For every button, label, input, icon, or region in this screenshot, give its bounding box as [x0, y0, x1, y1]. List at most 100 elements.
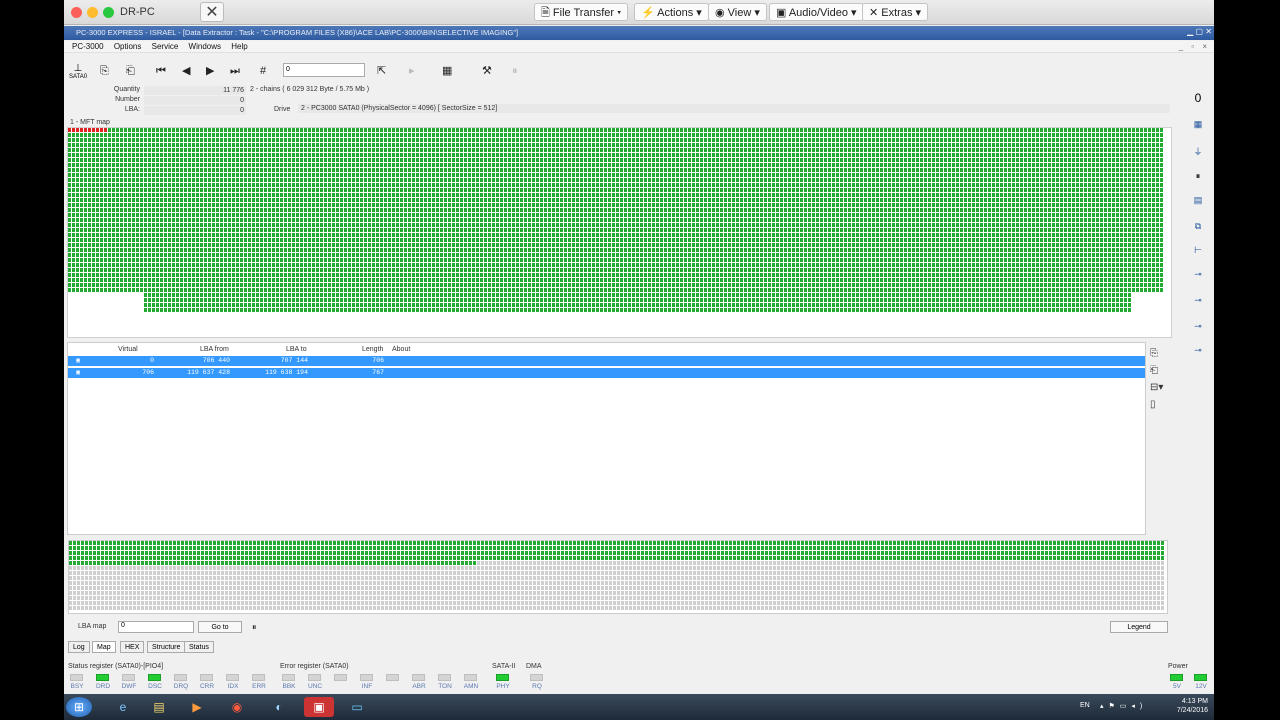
reset-icon[interactable]: ▦ [1188, 119, 1208, 130]
menu-options[interactable]: Options [114, 42, 142, 51]
status-led [334, 674, 347, 681]
status-led [252, 674, 265, 681]
lba-map-input[interactable]: 0 [118, 621, 194, 633]
close-window-button[interactable] [71, 7, 82, 18]
audio-video-menu[interactable]: ▣ Audio/Video ▾ [769, 3, 864, 21]
language-indicator[interactable]: EN [1080, 702, 1090, 709]
tray-icons[interactable]: ▴⚑▭◂) [1100, 702, 1147, 710]
mdi-controls-icon[interactable]: _ ▫ × [1179, 42, 1210, 51]
pause-icon[interactable]: ⏸ [252, 622, 257, 633]
led-label: DSC [148, 683, 162, 690]
pc3000-icon[interactable]: ▣ [304, 697, 334, 717]
led-label: BSY [70, 683, 84, 690]
clock[interactable]: 4:13 PM 7/24/2016 [1177, 697, 1208, 715]
lba-map[interactable] [68, 540, 1168, 614]
menu-service[interactable]: Service [152, 42, 179, 51]
chain-icon: ▣ [76, 357, 80, 364]
col-virtual[interactable]: Virtual [118, 346, 138, 353]
zero-icon[interactable]: 0 [1188, 91, 1208, 105]
first-icon[interactable]: ⏮ [156, 63, 166, 79]
remote-icon[interactable]: ▭ [342, 697, 372, 717]
tab-hex[interactable]: HEX [120, 641, 145, 653]
tab-map[interactable]: Map [92, 641, 116, 653]
led-label: IDX [227, 683, 239, 690]
disconnect-icon[interactable]: ✕ [200, 2, 224, 22]
connector-icon[interactable]: ⊢ [1188, 245, 1208, 256]
next-icon[interactable]: ▶ [206, 63, 214, 79]
remote-desktop-toolbar: DR-PC ✕ 🗎 File Transfer ▾ ⚡ Actions ▾ ◉ … [64, 0, 1214, 25]
hd2-icon[interactable]: ⊸ [1188, 321, 1208, 332]
maximize-window-button[interactable] [103, 7, 114, 18]
drive-label: Drive [274, 106, 291, 113]
status-led [464, 674, 477, 681]
page-icon[interactable]: ▯ [1150, 396, 1163, 413]
actions-menu[interactable]: ⚡ Actions ▾ [634, 3, 709, 21]
col-lba-to[interactable]: LBA to [286, 346, 307, 353]
lba-map-canvas [69, 541, 1164, 610]
minimize-window-button[interactable] [87, 7, 98, 18]
main-toolbar: ⊥ SATA0 ⎘ ⎗ ⏮ ◀ ▶ ⏭ # 0 ⇱ ▸ ▦ ⚒ ⏸ [64, 57, 1184, 85]
col-about[interactable]: About [392, 346, 410, 353]
media-player-icon[interactable]: ▶ [182, 697, 212, 717]
led-label: RQ [532, 683, 542, 690]
legend-button[interactable]: Legend [1110, 621, 1168, 633]
status-led [360, 674, 373, 681]
start-button[interactable]: ⊞ [66, 697, 92, 717]
mft-map-canvas [68, 128, 1163, 312]
position-input[interactable]: 0 [283, 63, 365, 77]
mft-map[interactable] [67, 127, 1172, 338]
port-icon[interactable]: ▤ [1188, 195, 1208, 206]
drive-icon[interactable]: ⊟▾ [1150, 379, 1163, 396]
table-row[interactable]: ▣ 0 706 440 707 144 706 [68, 356, 1145, 366]
hd3-icon[interactable]: ⊸ [1188, 345, 1208, 356]
table-row[interactable]: ▣ 706 119 637 428 119 638 194 767 [68, 368, 1145, 378]
chains-text: 2 - chains ( 6 029 312 Byte / 5.75 Mb ) [250, 86, 370, 93]
hash-icon[interactable]: # [260, 63, 266, 79]
save-icon[interactable]: ⎗ [126, 63, 135, 79]
status-led [1170, 674, 1183, 681]
col-lba-from[interactable]: LBA from [200, 346, 229, 353]
app-window-controls-icon[interactable]: ▁ ▢ ✕ [1187, 27, 1212, 36]
last-icon[interactable]: ⏭ [230, 63, 240, 79]
error-register-title: Error register (SATA0) [280, 663, 349, 670]
save-chain-icon[interactable]: ⎗ [1150, 362, 1163, 379]
play-icon[interactable]: ▸ [409, 63, 415, 79]
status-led [308, 674, 321, 681]
pause-icon[interactable]: ⏸ [512, 63, 518, 79]
hd1-icon[interactable]: ⊸ [1188, 295, 1208, 306]
tab-status[interactable]: Status [184, 641, 214, 653]
hd0-icon[interactable]: ⊸ [1188, 269, 1208, 280]
file-transfer-menu[interactable]: 🗎 File Transfer ▾ [534, 3, 629, 21]
dma-title: DMA [526, 663, 542, 670]
explorer-icon[interactable]: ▤ [144, 697, 174, 717]
tab-log[interactable]: Log [68, 641, 90, 653]
export-icon[interactable]: ⎘ [1150, 345, 1163, 362]
goto-button[interactable]: Go to [198, 621, 242, 633]
status-led [496, 674, 509, 681]
copy-icon[interactable]: ⧉ [1188, 221, 1208, 232]
menu-pc3000[interactable]: PC-3000 [72, 42, 104, 51]
pause-icon[interactable]: ⏸ [1188, 171, 1208, 182]
menu-help[interactable]: Help [231, 42, 247, 51]
status-led [386, 674, 399, 681]
grid-icon[interactable]: ▦ [442, 63, 452, 79]
windows-taskbar: ⊞ e ▤ ▶ ◉ ◐ ▣ ▭ EN ▴⚑▭◂) 4:13 PM 7/24/20… [64, 694, 1214, 720]
power-icon[interactable]: ⏚ [1188, 145, 1208, 158]
lba-label: LBA: [124, 106, 140, 113]
chrome-icon[interactable]: ◉ [222, 697, 252, 717]
prev-icon[interactable]: ◀ [182, 63, 190, 79]
view-menu[interactable]: ◉ View ▾ [708, 3, 767, 21]
goto-icon[interactable]: ⇱ [377, 63, 386, 79]
status-led [226, 674, 239, 681]
tab-structure[interactable]: Structure [147, 641, 186, 653]
extras-menu[interactable]: ✕ Extras ▾ [862, 3, 929, 21]
tools-icon[interactable]: ⚒ [482, 63, 492, 79]
sata-port-button[interactable]: ⊥ SATA0 [68, 63, 88, 80]
menu-windows[interactable]: Windows [189, 42, 221, 51]
ie-icon[interactable]: e [108, 697, 138, 717]
status-led [530, 674, 543, 681]
led-label: BBK [282, 683, 296, 690]
teamviewer-icon[interactable]: ◐ [264, 697, 294, 717]
open-icon[interactable]: ⎘ [100, 63, 109, 79]
col-length[interactable]: Length [362, 346, 383, 353]
